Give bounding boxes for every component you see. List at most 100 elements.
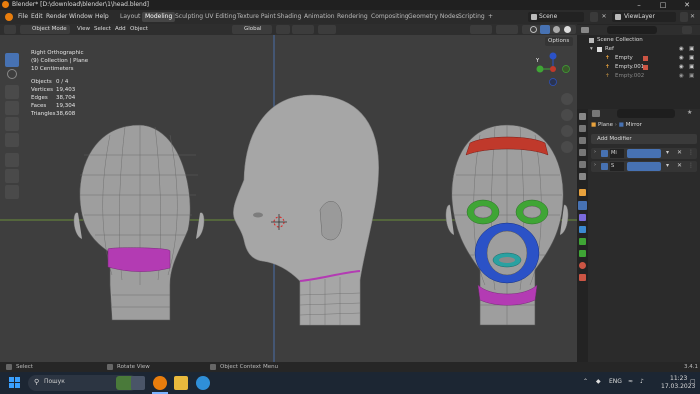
annotate-tool-icon[interactable] — [5, 153, 19, 167]
blender-menu-icon[interactable] — [5, 13, 13, 21]
view-layer-tab-icon[interactable] — [579, 149, 586, 156]
output-tab-icon[interactable] — [579, 137, 586, 144]
3d-viewport[interactable]: Right Orthographic (9) Collection | Plan… — [0, 35, 577, 362]
rendered-shading-icon[interactable] — [564, 26, 571, 33]
camera-view-icon[interactable] — [561, 125, 573, 137]
viewlayer-copy-icon[interactable] — [680, 12, 688, 22]
modifier-panel[interactable]: › Mi ▾ ✕ ⋮ — [591, 148, 697, 159]
chevron-down-icon[interactable]: ▾ — [590, 45, 593, 54]
drag-handle-icon[interactable]: ⋮ — [688, 149, 696, 158]
tab-scripting[interactable]: Scripting — [455, 12, 488, 22]
chevron-right-icon[interactable]: › — [594, 149, 596, 155]
camera-icon[interactable]: ▣ — [689, 45, 694, 54]
pin-icon[interactable]: ★ — [687, 109, 692, 116]
proportional-editing-icon[interactable] — [318, 25, 336, 34]
language-indicator[interactable]: ENG — [609, 378, 622, 385]
editor-type-icon[interactable] — [4, 25, 16, 34]
scene-tab-icon[interactable] — [579, 161, 586, 168]
add-modifier-button[interactable]: Add Modifier — [591, 134, 697, 144]
dropdown-chevron-icon[interactable]: ▾ — [666, 162, 674, 171]
camera-icon[interactable]: ▣ — [689, 54, 694, 63]
taskbar-search-box[interactable]: ⚲ Пошук — [28, 375, 138, 391]
viewlayer-selector[interactable]: ViewLayer — [612, 12, 676, 22]
render-tab-icon[interactable] — [579, 125, 586, 132]
visibility-icon[interactable] — [470, 25, 492, 34]
windows-start-icon[interactable] — [9, 377, 21, 389]
volume-icon[interactable]: ♪ — [640, 378, 644, 385]
outliner-scene-collection[interactable]: Scene Collection — [577, 36, 700, 45]
tool-tab-icon[interactable] — [579, 113, 586, 120]
material-shading-icon[interactable] — [553, 26, 560, 33]
gizmo-toggle-icon[interactable] — [496, 25, 518, 34]
cursor-tool-icon[interactable] — [7, 69, 17, 79]
scene-remove-icon[interactable]: ✕ — [600, 12, 608, 22]
clock-time[interactable]: 11:23 — [670, 375, 687, 382]
camera-icon[interactable]: ▣ — [689, 72, 694, 81]
maximize-icon[interactable]: □ — [652, 0, 674, 10]
properties-editor-icon[interactable] — [592, 110, 600, 117]
texture-tab-icon[interactable] — [579, 274, 586, 281]
snap-icon[interactable] — [292, 25, 314, 34]
add-workspace-icon[interactable]: + — [485, 12, 496, 22]
outliner-item[interactable]: ✝ Empty ◉ ▣ — [577, 54, 700, 63]
file-explorer-icon[interactable] — [174, 376, 188, 390]
solid-shading-icon[interactable] — [540, 25, 550, 34]
move-tool-icon[interactable] — [5, 85, 19, 99]
tab-texture-paint[interactable]: Texture Paint — [234, 12, 279, 22]
menu-add[interactable]: Add — [115, 24, 126, 35]
scene-copy-icon[interactable] — [590, 12, 598, 22]
physics-tab-icon[interactable] — [579, 226, 586, 233]
camera-icon[interactable]: ▣ — [689, 63, 694, 72]
options-button[interactable]: Options — [545, 37, 573, 46]
shading-modes[interactable] — [528, 25, 576, 34]
tab-shading[interactable]: Shading — [274, 12, 304, 22]
wireframe-shading-icon[interactable] — [530, 26, 537, 33]
close-icon[interactable]: ✕ — [676, 0, 698, 10]
outliner-collection-ref[interactable]: ▾ Ref ◉ ▣ — [577, 45, 700, 54]
menu-help[interactable]: Help — [95, 10, 109, 24]
menu-render[interactable]: Render — [46, 10, 67, 24]
particles-tab-icon[interactable] — [579, 214, 586, 221]
tab-animation[interactable]: Animation — [301, 12, 338, 22]
tab-layout[interactable]: Layout — [117, 12, 143, 22]
menu-window[interactable]: Window — [69, 10, 93, 24]
material-tab-icon[interactable] — [579, 262, 586, 269]
drag-handle-icon[interactable]: ⋮ — [688, 162, 696, 171]
data-tab-icon[interactable] — [579, 250, 586, 257]
chevron-right-icon[interactable]: › — [594, 162, 596, 168]
modifier-name-field[interactable]: Mi — [610, 149, 624, 158]
menu-view[interactable]: View — [77, 24, 90, 35]
constraints-tab-icon[interactable] — [579, 238, 586, 245]
eye-icon[interactable]: ◉ — [679, 45, 684, 54]
modifier-name-field[interactable]: S — [610, 162, 624, 171]
modifier-toggles[interactable] — [627, 162, 661, 171]
eye-icon[interactable]: ◉ — [679, 72, 684, 81]
outliner-search-input[interactable] — [607, 26, 657, 34]
rotate-tool-icon[interactable] — [5, 101, 19, 115]
outliner-editor-icon[interactable] — [581, 27, 589, 33]
outliner-item[interactable]: ✝ Empty.002 ◉ ▣ — [577, 72, 700, 81]
modifier-toggles[interactable] — [627, 149, 661, 158]
scale-tool-icon[interactable] — [5, 117, 19, 131]
outliner-item[interactable]: ✝ Empty.001 ◉ ▣ — [577, 63, 700, 72]
minimize-icon[interactable]: – — [628, 0, 650, 10]
tab-sculpting[interactable]: Sculpting — [172, 12, 206, 22]
close-icon[interactable]: ✕ — [677, 149, 685, 158]
add-cube-tool-icon[interactable] — [5, 185, 19, 199]
pivot-point-icon[interactable] — [276, 25, 290, 34]
eye-icon[interactable]: ◉ — [679, 54, 684, 63]
pan-hand-icon[interactable] — [561, 109, 573, 121]
task-view-icon[interactable] — [131, 376, 145, 390]
tab-rendering[interactable]: Rendering — [334, 12, 371, 22]
menu-object[interactable]: Object — [130, 24, 148, 35]
dropdown-chevron-icon[interactable]: ▾ — [666, 149, 674, 158]
menu-edit[interactable]: Edit — [31, 10, 43, 24]
notifications-icon[interactable]: ▢ — [690, 378, 696, 385]
scene-selector[interactable]: Scene — [528, 12, 584, 22]
mode-selector[interactable]: Object Mode — [20, 25, 70, 34]
world-tab-icon[interactable] — [579, 173, 586, 180]
zoom-icon[interactable] — [561, 93, 573, 105]
viewlayer-remove-icon[interactable]: ✕ — [690, 12, 698, 22]
select-box-tool-icon[interactable] — [5, 53, 19, 67]
filter-icon[interactable] — [682, 26, 692, 34]
